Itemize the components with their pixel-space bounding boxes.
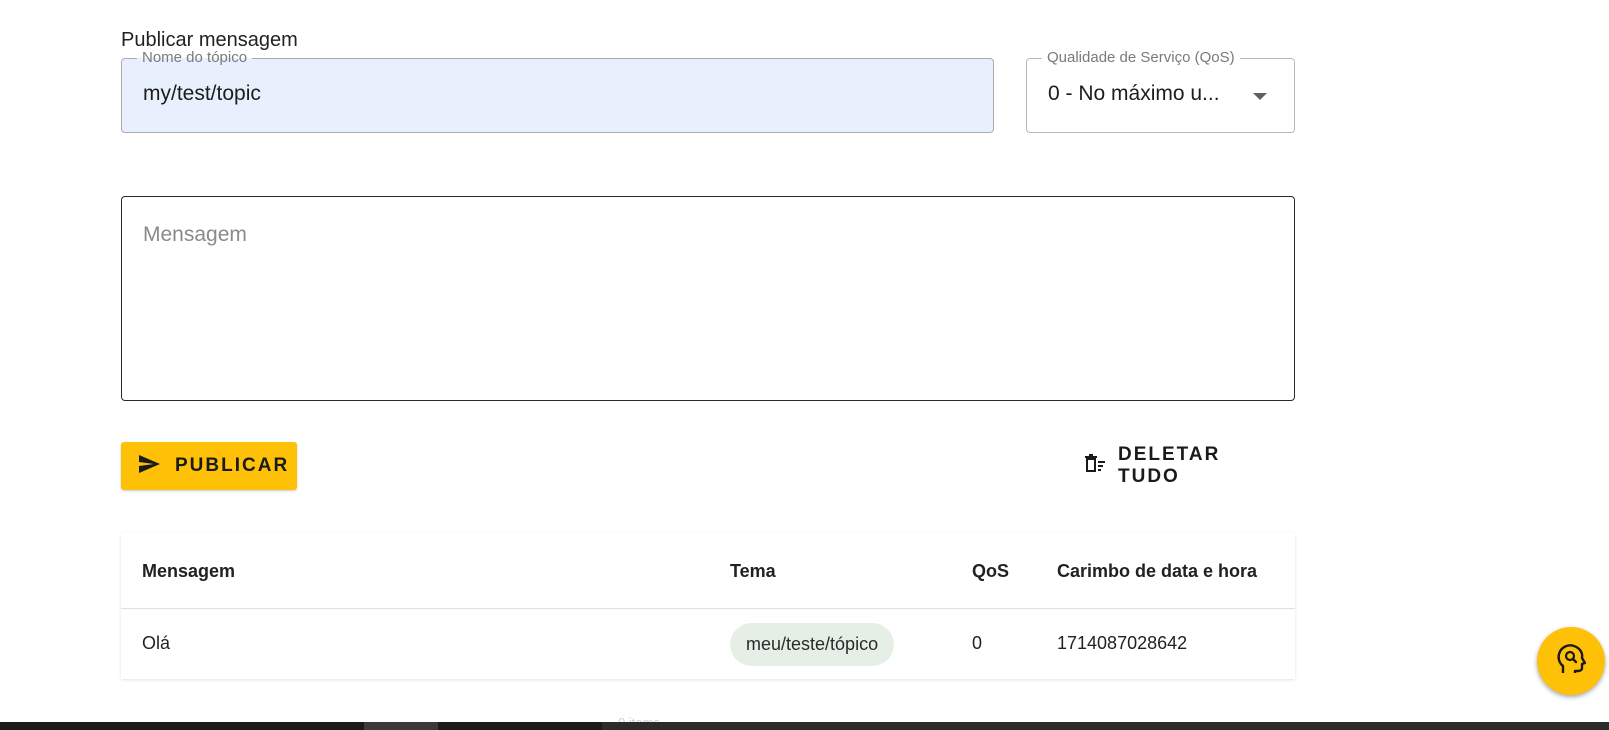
qos-label: Qualidade de Serviço (QoS) [1042,49,1240,67]
delete-all-button[interactable]: DELETAR TUDO [1076,442,1284,490]
header-timestamp[interactable]: Carimbo de data e hora [1057,561,1257,582]
topic-chip: meu/teste/tópico [730,623,895,666]
table-header-row: Mensagem Tema QoS Carimbo de data e hora [121,533,1295,609]
message-input[interactable]: Mensagem [121,196,1295,401]
header-qos[interactable]: QoS [972,561,1009,582]
send-icon [137,452,161,481]
qos-selected-value[interactable]: 0 - No máximo u... [1048,82,1228,106]
delete-all-label: DELETAR TUDO [1118,444,1221,487]
taskbar [0,722,1609,730]
clear-all-icon [1084,453,1106,480]
publish-button[interactable]: PUBLICAR [121,442,297,490]
header-topic[interactable]: Tema [730,561,776,582]
taskbar-segment [364,722,438,730]
assistant-fab-button[interactable] [1537,627,1605,695]
head-search-icon [1553,641,1589,682]
dropdown-caret-icon[interactable] [1253,93,1267,100]
header-message[interactable]: Mensagem [142,561,235,582]
row-message: Olá [142,633,171,653]
message-placeholder: Mensagem [143,223,247,246]
publish-button-label: PUBLICAR [175,455,290,476]
row-timestamp: 1714087028642 [1057,633,1188,653]
messages-table: Mensagem Tema QoS Carimbo de data e hora… [121,533,1295,679]
taskbar-segment [602,722,1609,730]
qos-select[interactable]: Qualidade de Serviço (QoS) 0 - No máximo… [1026,49,1295,133]
row-qos: 0 [972,633,983,653]
topic-name-value[interactable]: my/test/topic [143,82,261,106]
topic-name-field[interactable]: Nome do tópico my/test/topic [121,49,994,133]
table-row[interactable]: Olá meu/teste/tópico 0 1714087028642 [121,609,1295,679]
taskbar-text: 0 items [618,711,660,722]
topic-name-label: Nome do tópico [137,49,253,67]
